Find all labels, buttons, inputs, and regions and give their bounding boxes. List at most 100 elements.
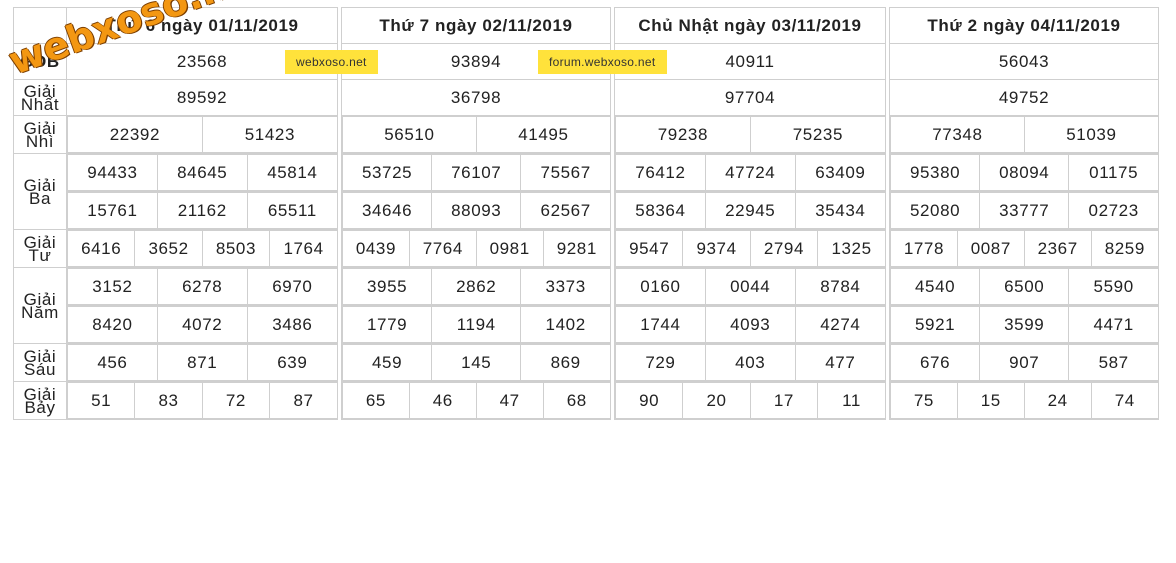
sixth-prize-number: 869 (520, 344, 610, 381)
fourth-prize-number: 2367 (1023, 230, 1092, 267)
third-prize-group: 94433 84645 45814 (67, 154, 337, 191)
draw-date-header: Thứ 2 ngày 04/11/2019 (889, 7, 1159, 44)
seventh-prize-number: 17 (749, 382, 819, 419)
third-prize-number: 45814 (246, 154, 337, 191)
third-prize-group: 52080 33777 02723 (889, 192, 1158, 229)
second-prize-number: 75235 (749, 116, 885, 153)
fifth-prize-number: 5590 (1068, 268, 1158, 305)
fifth-prize-cell: 3955 2862 3373 (341, 267, 611, 306)
first-prize-number: 89592 (66, 79, 338, 116)
sixth-prize-cell: 676 907 587 (889, 343, 1159, 382)
forum-badge[interactable]: forum.webxoso.net (538, 50, 667, 74)
seventh-prize-number: 11 (817, 382, 885, 419)
fifth-prize-row-2: 8420 4072 3486 1779 1194 1402 1744 4093 4274 5921… (14, 305, 1159, 344)
seventh-prize-number: 15 (956, 382, 1025, 419)
sixth-prize-cell: 729 403 477 (614, 343, 886, 382)
draw-date-header: Thứ 7 ngày 02/11/2019 (341, 7, 611, 44)
sixth-prize-row: Giải Sáu 456 871 639 459 145 869 729 403 477 676 90… (13, 343, 1159, 382)
second-prize-number: 51039 (1023, 116, 1158, 153)
site-badge[interactable]: webxoso.net (285, 50, 378, 74)
seventh-prize-number: 51 (66, 382, 136, 419)
fifth-prize-number: 4072 (156, 306, 248, 343)
fifth-prize-cell: 5921 3599 4471 (889, 305, 1159, 344)
fourth-prize-number: 7764 (408, 230, 477, 267)
prize-label: Giải Sáu (13, 343, 67, 382)
fifth-prize-number: 0044 (704, 268, 796, 305)
third-prize-number: 08094 (979, 154, 1070, 191)
third-prize-cell: 15761 21162 65511 (66, 191, 338, 230)
fourth-prize-number: 3652 (134, 230, 203, 267)
fifth-prize-cell: 3152 6278 6970 (66, 267, 338, 306)
sixth-prize-number: 639 (246, 344, 337, 381)
fourth-prize-number: 6416 (66, 230, 136, 267)
third-prize-group: 34646 88093 62567 (341, 192, 610, 229)
second-prize-group: 79238 75235 (615, 116, 885, 153)
sixth-prize-number: 403 (704, 344, 796, 381)
seventh-prize-number: 24 (1023, 382, 1092, 419)
third-prize-number: 01175 (1068, 154, 1158, 191)
fifth-prize-number: 4540 (889, 268, 981, 305)
fourth-prize-number: 2794 (749, 230, 819, 267)
third-prize-number: 75567 (520, 154, 610, 191)
fifth-prize-group: 1744 4093 4274 (615, 306, 885, 343)
third-prize-group: 58364 22945 35434 (615, 192, 885, 229)
special-prize-number: 56043 (889, 43, 1159, 80)
third-prize-number: 35434 (794, 192, 885, 229)
fifth-prize-number: 2862 (431, 268, 522, 305)
fourth-prize-cell: 9547 9374 2794 1325 (614, 229, 886, 268)
fifth-prize-cell: 1779 1194 1402 (341, 305, 611, 344)
sixth-prize-number: 459 (341, 344, 433, 381)
prize-label: Giải Bảy (13, 381, 67, 420)
fourth-prize-number: 0981 (475, 230, 544, 267)
sixth-prize-group: 676 907 587 (889, 344, 1158, 381)
third-prize-number: 88093 (431, 192, 522, 229)
sixth-prize-number: 587 (1068, 344, 1158, 381)
seventh-prize-number: 65 (342, 382, 410, 419)
second-prize-cell: 56510 41495 (341, 115, 611, 154)
fifth-prize-group: 1779 1194 1402 (341, 306, 610, 343)
third-prize-number: 22945 (704, 192, 796, 229)
third-prize-group: 15761 21162 65511 (67, 192, 337, 229)
second-prize-number: 56510 (342, 116, 477, 153)
seventh-prize-group: 51 83 72 87 (66, 382, 337, 419)
fourth-prize-number: 0439 (342, 230, 410, 267)
third-prize-cell: 53725 76107 75567 (341, 153, 611, 192)
second-prize-cell: 22392 51423 (66, 115, 338, 154)
sixth-prize-group: 456 871 639 (67, 344, 337, 381)
third-prize-group: 53725 76107 75567 (341, 154, 610, 191)
sixth-prize-number: 871 (156, 344, 248, 381)
fourth-prize-row: Giải Tư 6416 3652 8503 1764 0439 7764 0981 9281 9… (13, 229, 1159, 268)
fourth-prize-number: 9281 (542, 230, 610, 267)
draw-date-header: Chủ Nhật ngày 03/11/2019 (614, 7, 886, 44)
third-prize-cell: 76412 47724 63409 (614, 153, 886, 192)
seventh-prize-cell: 75 15 24 74 (889, 381, 1159, 420)
seventh-prize-number: 75 (890, 382, 958, 419)
fourth-prize-group: 0439 7764 0981 9281 (342, 230, 610, 267)
fifth-prize-number: 6278 (156, 268, 248, 305)
sixth-prize-number: 907 (979, 344, 1070, 381)
fifth-prize-number: 6500 (979, 268, 1070, 305)
fifth-prize-number: 3599 (979, 306, 1070, 343)
fifth-prize-number: 6970 (246, 268, 337, 305)
fifth-prize-number: 1779 (341, 306, 433, 343)
second-prize-group: 77348 51039 (890, 116, 1158, 153)
third-prize-number: 15761 (67, 192, 158, 229)
fourth-prize-number: 0087 (956, 230, 1025, 267)
fourth-prize-group: 6416 3652 8503 1764 (66, 230, 337, 267)
fourth-prize-number: 8503 (201, 230, 271, 267)
fifth-prize-number: 4471 (1068, 306, 1158, 343)
seventh-prize-number: 74 (1090, 382, 1158, 419)
third-prize-number: 62567 (520, 192, 610, 229)
third-prize-cell: 58364 22945 35434 (614, 191, 886, 230)
third-prize-number: 34646 (341, 192, 433, 229)
fifth-prize-number: 8784 (794, 268, 885, 305)
sixth-prize-number: 456 (67, 344, 158, 381)
sixth-prize-group: 459 145 869 (341, 344, 610, 381)
fifth-prize-group: 3955 2862 3373 (341, 268, 610, 305)
third-prize-cell: 34646 88093 62567 (341, 191, 611, 230)
fourth-prize-number: 8259 (1090, 230, 1158, 267)
third-prize-number: 53725 (341, 154, 433, 191)
seventh-prize-row: Giải Bảy 51 83 72 87 65 46 47 68 90 20 17 11 75 15 24 74 (13, 381, 1159, 420)
seventh-prize-number: 83 (134, 382, 203, 419)
second-prize-number: 51423 (201, 116, 337, 153)
